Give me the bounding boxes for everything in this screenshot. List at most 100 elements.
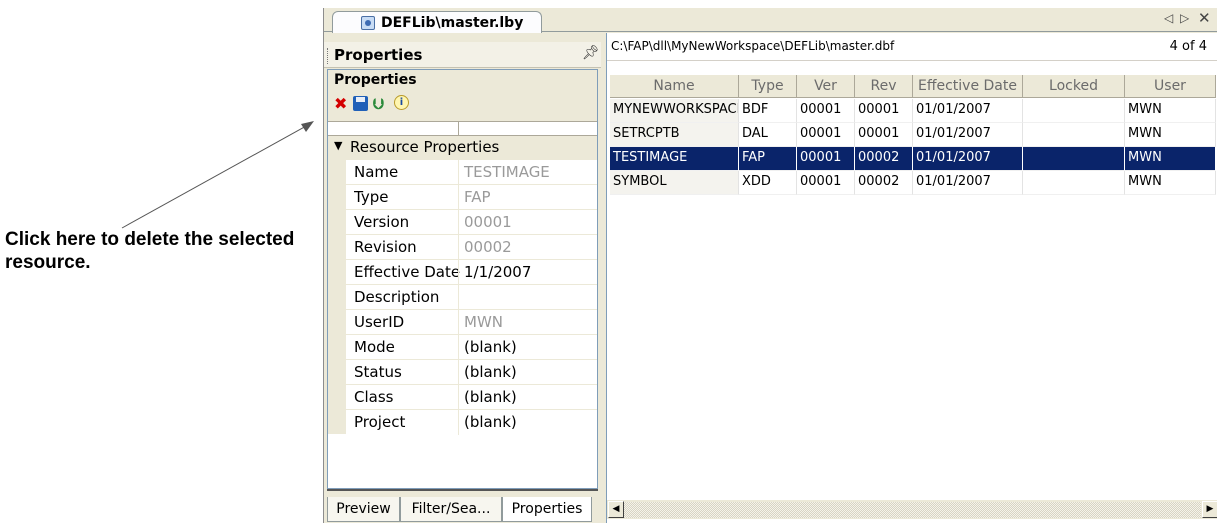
property-row[interactable]: Effective Date 1/1/2007 (346, 259, 597, 285)
property-value[interactable]: 1/1/2007 (464, 262, 531, 282)
property-name: Status (354, 363, 402, 381)
property-value[interactable]: (blank) (464, 387, 517, 407)
property-row[interactable]: Class (blank) (346, 384, 597, 410)
tab-filter-search[interactable]: Filter/Sea... (400, 497, 502, 522)
delete-icon[interactable]: ✖ (334, 95, 347, 113)
column-header[interactable]: Name (610, 75, 739, 98)
horizontal-scrollbar[interactable]: ◀ ▶ (607, 499, 1217, 519)
library-file-icon (361, 16, 375, 30)
table-cell: 01/01/2007 (913, 171, 1023, 195)
property-value[interactable]: (blank) (464, 412, 517, 432)
tab-properties[interactable]: Properties (502, 497, 592, 522)
scrollbar-track[interactable] (624, 502, 1201, 518)
scroll-right-icon[interactable]: ▶ (1202, 501, 1217, 518)
column-header[interactable]: User (1125, 75, 1216, 98)
property-name: Effective Date (354, 263, 461, 281)
table-cell: 01/01/2007 (913, 147, 1023, 171)
table-cell: FAP (739, 147, 797, 171)
property-row[interactable]: Mode (blank) (346, 334, 597, 360)
grid-header-row (328, 122, 597, 136)
table-cell (1023, 147, 1125, 171)
close-document-icon[interactable]: ✕ (1198, 9, 1211, 27)
table-cell: 00001 (797, 99, 855, 123)
tab-preview[interactable]: Preview (327, 497, 400, 522)
property-name: Description (354, 288, 440, 306)
record-count: 4 of 4 (1169, 39, 1207, 54)
properties-panel-title: Properties (334, 46, 423, 64)
table-cell: 00001 (797, 123, 855, 147)
check-in-icon[interactable]: ⮋ (373, 95, 384, 113)
property-row[interactable]: Revision 00002 (346, 234, 597, 260)
property-name: Project (354, 413, 406, 431)
collapse-arrow-icon[interactable]: ▼ (334, 139, 342, 152)
scroll-tabs-right-icon[interactable]: ▷ (1180, 11, 1189, 25)
property-row[interactable]: Project (blank) (346, 409, 597, 435)
table-row[interactable]: SYMBOL XDD 00001 00002 01/01/2007 MWN (610, 171, 1216, 195)
table-cell: DAL (739, 123, 797, 147)
property-name: Version (354, 213, 410, 231)
column-header[interactable]: Ver (797, 75, 855, 98)
table-row[interactable]: SETRCPTB DAL 00001 00001 01/01/2007 MWN (610, 123, 1216, 147)
table-row[interactable]: TESTIMAGE FAP 00001 00002 01/01/2007 MWN (610, 147, 1216, 171)
property-divider (458, 185, 459, 210)
table-cell: MWN (1125, 171, 1216, 195)
table-cell: XDD (739, 171, 797, 195)
property-divider (458, 235, 459, 260)
table-cell: MYNEWWORKSPACE (610, 99, 739, 123)
library-window: DEFLib\master.lby ◁ ▷ ✕ Properties 📌︎ Pr… (323, 8, 1217, 523)
property-value[interactable]: (blank) (464, 337, 517, 357)
property-row[interactable]: Status (blank) (346, 359, 597, 385)
property-grid: Properties ✖ ⮋ i ▼ Resource Properties N… (327, 69, 598, 489)
column-header[interactable]: Type (739, 75, 797, 98)
property-row[interactable]: Description (346, 284, 597, 310)
table-cell: SETRCPTB (610, 123, 739, 147)
table-cell: 00001 (855, 123, 913, 147)
resource-list-panel: C:\FAP\dll\MyNewWorkspace\DEFLib\master.… (606, 33, 1217, 523)
table-cell: 00001 (797, 171, 855, 195)
drag-grip-icon[interactable] (327, 48, 329, 64)
table-cell (1023, 99, 1125, 123)
property-divider (458, 410, 459, 435)
resource-properties-section[interactable]: ▼ Resource Properties (328, 136, 597, 159)
table-cell: TESTIMAGE (610, 147, 739, 171)
table-cell: SYMBOL (610, 171, 739, 195)
document-tab[interactable]: DEFLib\master.lby (332, 11, 542, 33)
property-grid-toolbar: Properties ✖ ⮋ i (328, 70, 597, 122)
table-cell: 01/01/2007 (913, 99, 1023, 123)
property-divider (458, 160, 459, 185)
scroll-tabs-left-icon[interactable]: ◁ (1164, 11, 1173, 25)
pin-icon[interactable]: 📌︎ (582, 45, 600, 61)
column-header[interactable]: Rev (855, 75, 913, 98)
properties-panel: Properties 📌︎ Properties ✖ ⮋ i ▼ Resourc… (324, 33, 601, 523)
table-cell (1023, 123, 1125, 147)
property-row[interactable]: UserID MWN (346, 309, 597, 335)
property-value: FAP (464, 188, 491, 206)
property-divider (458, 285, 459, 310)
table-row[interactable]: MYNEWWORKSPACE BDF 00001 00001 01/01/2007 MWN (610, 99, 1216, 123)
column-header[interactable]: Effective Date (913, 75, 1023, 98)
panel-tab-strip: Preview Filter/Sea... Properties (324, 497, 601, 523)
property-divider (458, 310, 459, 335)
property-value[interactable]: (blank) (464, 362, 517, 382)
property-divider (458, 260, 459, 285)
table-cell: 00002 (855, 147, 913, 171)
info-icon[interactable]: i (394, 95, 409, 110)
section-label: Resource Properties (350, 138, 500, 156)
property-name: Name (354, 163, 399, 181)
library-path: C:\FAP\dll\MyNewWorkspace\DEFLib\master.… (611, 39, 895, 53)
property-grid-title: Properties (334, 72, 417, 88)
property-row[interactable]: Type FAP (346, 184, 597, 210)
property-value: TESTIMAGE (464, 163, 550, 181)
document-tab-bar: DEFLib\master.lby ◁ ▷ ✕ (324, 8, 1217, 33)
property-row[interactable]: Name TESTIMAGE (346, 159, 597, 185)
property-divider (458, 360, 459, 385)
grid-gutter (328, 159, 346, 434)
property-name: Mode (354, 338, 395, 356)
column-header[interactable]: Locked (1023, 75, 1125, 98)
description-splitter[interactable] (327, 489, 598, 493)
document-tab-label: DEFLib\master.lby (381, 15, 524, 31)
scroll-left-icon[interactable]: ◀ (608, 501, 624, 518)
property-name: Revision (354, 238, 417, 256)
property-row[interactable]: Version 00001 (346, 209, 597, 235)
save-icon[interactable] (353, 96, 368, 111)
